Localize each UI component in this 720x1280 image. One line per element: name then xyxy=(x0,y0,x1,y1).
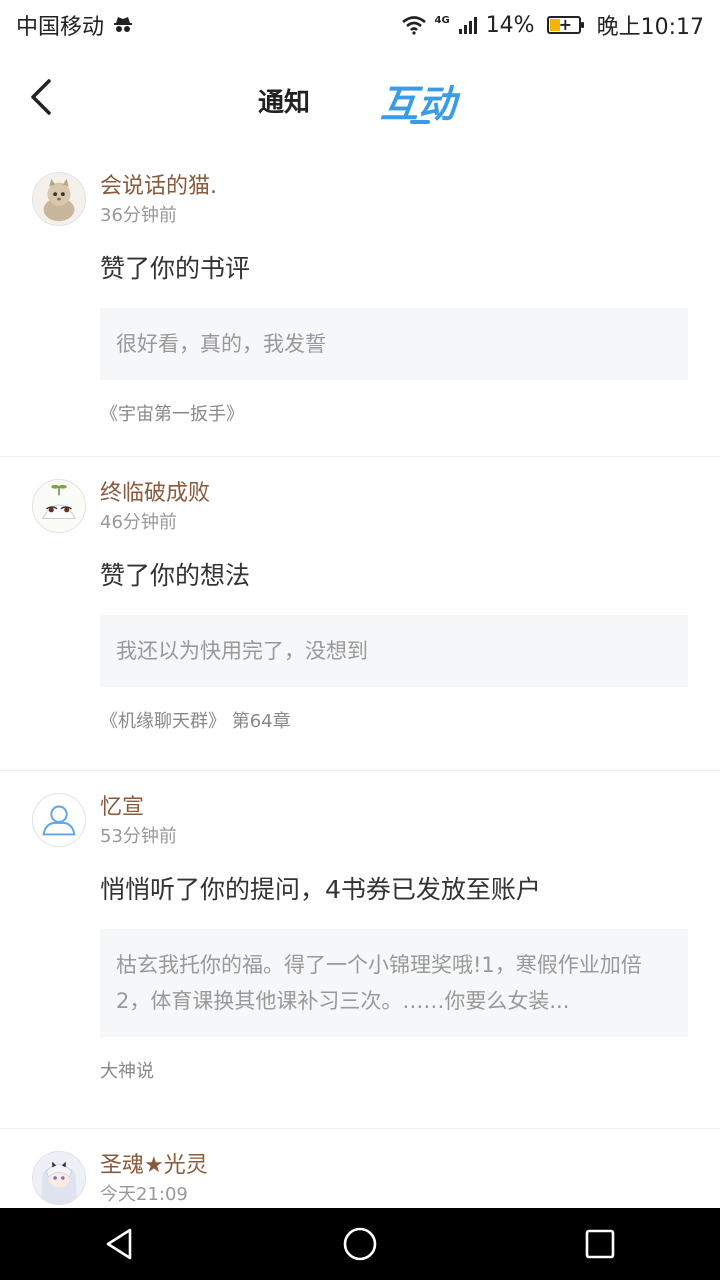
interaction-feed: 会说话的猫. 36分钟前 赞了你的书评 很好看，真的，我发誓 《宇宙第一扳手》 … xyxy=(0,150,720,1208)
action-text: 赞了你的书评 xyxy=(100,254,251,283)
source-link[interactable]: 大神说 xyxy=(100,1059,688,1085)
header: 通知 互动 xyxy=(0,50,720,150)
battery-charging-icon: + xyxy=(546,15,584,34)
square-recent-icon xyxy=(585,1229,615,1259)
username[interactable]: 终临破成败 xyxy=(100,479,688,509)
timestamp: 53分钟前 xyxy=(100,826,177,847)
system-navigation-bar xyxy=(0,1208,720,1280)
quoted-content[interactable]: 枯玄我托你的福。得了一个小锦理奖哦!1，寒假作业加倍2，体育课换其他课补习三次。… xyxy=(100,929,688,1037)
username[interactable]: 会说话的猫. xyxy=(100,172,688,202)
timestamp: 46分钟前 xyxy=(100,512,177,533)
list-item[interactable]: 圣魂★光灵 今天21:09 xyxy=(0,1129,720,1208)
action-text: 赞了你的想法 xyxy=(100,561,251,590)
triangle-back-icon xyxy=(106,1228,132,1260)
carrier-label: 中国移动 xyxy=(16,15,105,40)
avatar[interactable] xyxy=(32,793,86,847)
incognito-icon xyxy=(112,14,134,36)
list-item[interactable]: 会说话的猫. 36分钟前 赞了你的书评 很好看，真的，我发誓 《宇宙第一扳手》 xyxy=(0,150,720,457)
username[interactable]: 忆宣 xyxy=(100,793,688,823)
tab-interactions[interactable]: 互动 xyxy=(380,50,456,150)
default-user-icon xyxy=(33,794,85,846)
nav-back-button[interactable] xyxy=(80,1214,160,1274)
circle-home-icon xyxy=(343,1227,377,1261)
signal-icon xyxy=(458,15,478,35)
chevron-left-icon xyxy=(31,79,51,115)
source-link[interactable]: 《宇宙第一扳手》 xyxy=(100,402,688,428)
active-tab-indicator xyxy=(410,120,430,124)
nav-home-button[interactable] xyxy=(320,1214,400,1274)
avatar[interactable] xyxy=(32,172,86,226)
clock: 晚上10:17 xyxy=(596,15,704,40)
nav-recent-button[interactable] xyxy=(560,1214,640,1274)
status-bar: 中国移动 4G 14% + 晚上10:17 xyxy=(0,0,720,50)
network-type: 4G xyxy=(434,15,450,26)
action-text: 悄悄听了你的提问，4书券已发放至账户 xyxy=(100,875,541,904)
username[interactable]: 圣魂★光灵 xyxy=(100,1151,688,1181)
quoted-content[interactable]: 我还以为快用完了，没想到 xyxy=(100,615,688,687)
avatar[interactable] xyxy=(32,1151,86,1205)
source-link[interactable]: 《机缘聊天群》 第64章 xyxy=(100,709,688,735)
quoted-content[interactable]: 很好看，真的，我发誓 xyxy=(100,308,688,380)
tab-notifications[interactable]: 通知 xyxy=(258,50,310,150)
list-item[interactable]: 忆宣 53分钟前 悄悄听了你的提问，4书券已发放至账户 枯玄我托你的福。得了一个… xyxy=(0,771,720,1129)
back-button[interactable] xyxy=(20,72,64,122)
avatar[interactable] xyxy=(32,479,86,533)
timestamp: 36分钟前 xyxy=(100,205,177,226)
wifi-icon xyxy=(401,15,427,35)
timestamp: 今天21:09 xyxy=(100,1184,188,1205)
battery-percent: 14% xyxy=(485,12,535,38)
list-item[interactable]: 终临破成败 46分钟前 赞了你的想法 我还以为快用完了，没想到 《机缘聊天群》 … xyxy=(0,457,720,771)
